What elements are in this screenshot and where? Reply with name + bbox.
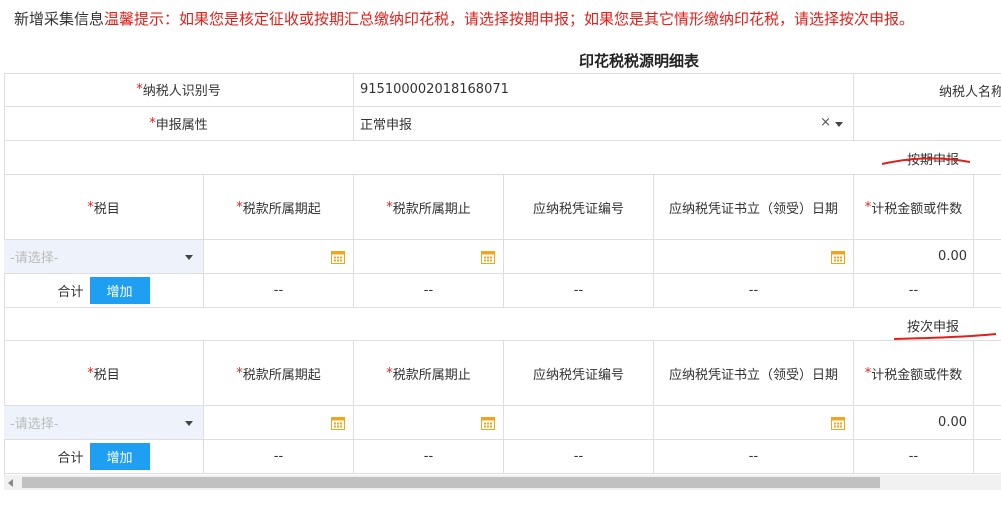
calendar-icon[interactable] (481, 250, 495, 264)
total-dash: -- (854, 274, 974, 308)
period-start-input[interactable] (204, 406, 354, 440)
hint-text: 温馨提示：如果您是核定征收或按期汇总缴纳印花税，请选择按期申报；如果您是其它情形… (104, 10, 915, 28)
calendar-icon[interactable] (831, 250, 845, 264)
form-table: * 纳税人识别号 915100002018168071 纳税人名称 * 申报属性 正… (4, 73, 1001, 475)
annotation-underline (881, 157, 971, 165)
attr-select[interactable]: 正常申报 × (354, 107, 854, 141)
horizontal-scrollbar[interactable] (4, 475, 1001, 490)
voucher-date-input[interactable] (654, 240, 854, 274)
calendar-icon[interactable] (831, 416, 845, 430)
col-header-voucher-no: 应纳税凭证编号 (504, 175, 654, 240)
add-button[interactable]: 增加 (89, 277, 150, 304)
col-header-amount: * 计税金额或件数 (854, 341, 974, 406)
chevron-down-icon[interactable] (835, 121, 843, 127)
chevron-down-icon[interactable] (185, 254, 193, 260)
total-dash: -- (654, 274, 854, 308)
attr-empty (854, 107, 1001, 141)
col-header-voucher-no: 应纳税凭证编号 (504, 341, 654, 406)
col-header-period-end: * 税款所属期止 (354, 175, 504, 240)
col-header-extra (974, 175, 1001, 240)
total-dash: -- (854, 440, 974, 474)
total-dash: -- (504, 274, 654, 308)
period-end-input[interactable] (354, 406, 504, 440)
extra-cell (974, 406, 1001, 440)
amount-input[interactable]: 0.00 (854, 240, 974, 274)
calendar-icon[interactable] (481, 416, 495, 430)
total-dash: -- (204, 440, 354, 474)
voucher-no-input[interactable] (504, 406, 654, 440)
section-header-periodic: 按期申报 (4, 141, 1001, 175)
extra-cell (974, 274, 1001, 308)
col-header-amount: * 计税金额或件数 (854, 175, 974, 240)
section-header-per-instance: 按次申报 (4, 308, 1001, 341)
col-header-period-start: * 税款所属期起 (204, 175, 354, 240)
total-cell: 合计 增加 (4, 274, 204, 308)
calendar-icon[interactable] (331, 416, 345, 430)
amount-input[interactable]: 0.00 (854, 406, 974, 440)
voucher-date-input[interactable] (654, 406, 854, 440)
total-label: 合计 (57, 285, 84, 300)
total-label: 合计 (57, 451, 84, 466)
total-dash: -- (504, 440, 654, 474)
voucher-no-input[interactable] (504, 240, 654, 274)
scrollbar-thumb[interactable] (22, 477, 880, 488)
col-header-period-end: * 税款所属期止 (354, 341, 504, 406)
add-button[interactable]: 增加 (89, 443, 150, 470)
extra-cell (974, 440, 1001, 474)
attr-label: * 申报属性 (4, 107, 354, 141)
col-header-voucher-date: 应纳税凭证书立（领受）日期 (654, 175, 854, 240)
taxpayer-id-label: * 纳税人识别号 (4, 73, 354, 107)
taxpayer-name-label: 纳税人名称 (854, 73, 1001, 107)
tax-item-select[interactable]: -请选择- (4, 406, 204, 440)
col-header-tax-item: * 税目 (4, 341, 204, 406)
period-start-input[interactable] (204, 240, 354, 274)
col-header-voucher-date: 应纳税凭证书立（领受）日期 (654, 341, 854, 406)
chevron-down-icon[interactable] (185, 420, 193, 426)
scroll-left-icon[interactable] (8, 479, 13, 487)
clear-icon[interactable]: × (820, 115, 831, 130)
hint-label: 新增采集信息 (14, 10, 105, 28)
total-dash: -- (354, 440, 504, 474)
col-header-extra (974, 341, 1001, 406)
calendar-icon[interactable] (331, 250, 345, 264)
col-header-tax-item: * 税目 (4, 175, 204, 240)
period-end-input[interactable] (354, 240, 504, 274)
total-dash: -- (654, 440, 854, 474)
total-cell: 合计 增加 (4, 440, 204, 474)
hint-bar: 新增采集信息温馨提示：如果您是核定征收或按期汇总缴纳印花税，请选择按期申报；如果… (14, 8, 914, 29)
annotation-underline (893, 333, 997, 340)
taxpayer-id-value: 915100002018168071 (354, 73, 854, 107)
total-dash: -- (204, 274, 354, 308)
form-title: 印花税税源明细表 (579, 52, 700, 70)
tax-item-select[interactable]: -请选择- (4, 240, 204, 274)
extra-cell (974, 240, 1001, 274)
total-dash: -- (354, 274, 504, 308)
col-header-period-start: * 税款所属期起 (204, 341, 354, 406)
